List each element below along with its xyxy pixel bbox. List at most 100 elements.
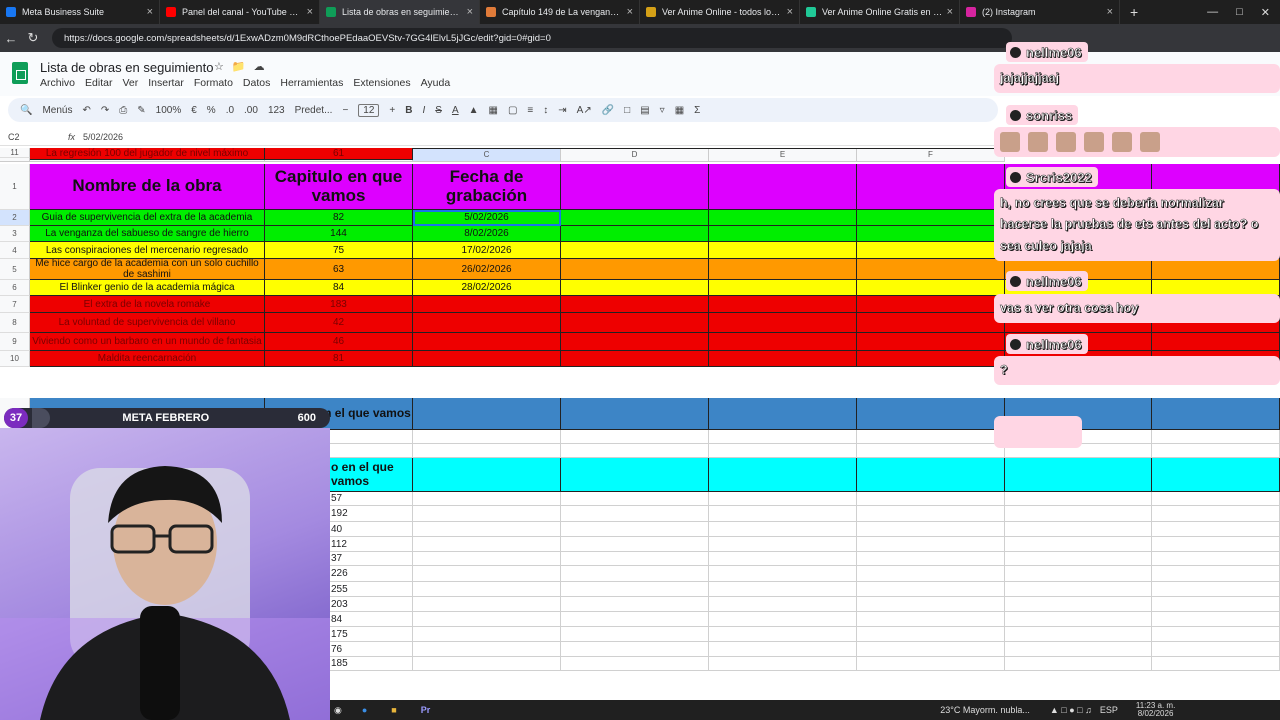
minimize-icon[interactable]: — [1207, 6, 1218, 18]
empty-cell[interactable] [857, 164, 1005, 210]
empty-cell[interactable] [1152, 566, 1280, 582]
empty-cell[interactable] [1152, 492, 1280, 506]
browser-tab[interactable]: Meta Business Suite × [0, 0, 160, 24]
empty-cell[interactable] [857, 351, 1005, 367]
empty-cell[interactable] [1005, 537, 1152, 552]
empty-cell[interactable] [1005, 642, 1152, 657]
empty-cell[interactable] [857, 242, 1005, 259]
font-select[interactable]: Predet... [295, 105, 333, 116]
empty-cell[interactable] [709, 430, 857, 444]
empty-cell[interactable] [1152, 627, 1280, 642]
decrease-decimal-button[interactable]: .0 [226, 105, 234, 116]
zoom-select[interactable]: 100% [156, 105, 182, 116]
empty-cell[interactable] [857, 430, 1005, 444]
italic-icon[interactable]: I [422, 105, 425, 116]
empty-cell[interactable] [709, 226, 857, 242]
merge-cells-icon[interactable]: ▢ [508, 105, 517, 116]
row-header[interactable]: 5 [0, 259, 30, 280]
empty-cell[interactable] [709, 627, 857, 642]
empty-cell[interactable] [413, 657, 561, 671]
empty-cell[interactable] [709, 351, 857, 367]
empty-cell[interactable] [413, 582, 561, 597]
date-cell[interactable]: 17/02/2026 [413, 242, 561, 259]
empty-cell[interactable] [561, 537, 709, 552]
empty-cell[interactable] [413, 597, 561, 612]
undo-icon[interactable]: ↶ [82, 105, 90, 116]
empty-cell[interactable] [709, 444, 857, 458]
redo-icon[interactable]: ↷ [101, 105, 109, 116]
empty-cell[interactable] [857, 313, 1005, 333]
date-cell[interactable]: 8/02/2026 [413, 226, 561, 242]
column-header-c[interactable]: C [413, 148, 561, 162]
empty-cell[interactable] [561, 242, 709, 259]
tab-close-icon[interactable]: × [787, 6, 793, 18]
empty-cell[interactable] [857, 398, 1005, 430]
empty-cell[interactable] [857, 657, 1005, 671]
tab-close-icon[interactable]: × [1107, 6, 1113, 18]
empty-cell[interactable] [561, 430, 709, 444]
obra-name-cell[interactable]: El Blinker genio de la academia mágica [30, 280, 265, 296]
empty-cell[interactable] [561, 333, 709, 351]
empty-cell[interactable] [561, 148, 709, 149]
empty-cell[interactable] [413, 537, 561, 552]
row-header[interactable]: 3 [0, 226, 30, 242]
empty-cell[interactable] [1152, 522, 1280, 537]
menu-herramientas[interactable]: Herramientas [280, 77, 343, 89]
empty-cell[interactable] [561, 597, 709, 612]
empty-cell[interactable] [709, 552, 857, 566]
chapter-cell[interactable]: 144 [265, 226, 413, 242]
empty-cell[interactable] [709, 148, 857, 149]
empty-cell[interactable] [1005, 657, 1152, 671]
empty-cell[interactable] [857, 566, 1005, 582]
empty-cell[interactable] [1152, 398, 1280, 430]
chapter-cell[interactable]: 63 [265, 259, 413, 280]
text-rotate-icon[interactable]: A↗ [577, 105, 592, 116]
empty-cell[interactable] [1005, 612, 1152, 627]
empty-cell[interactable] [857, 642, 1005, 657]
date-cell[interactable]: 26/02/2026 [413, 259, 561, 280]
empty-cell[interactable] [413, 506, 561, 522]
functions-icon[interactable]: Σ [694, 105, 700, 116]
cloud-status-icon[interactable]: ☁ [254, 60, 265, 73]
empty-cell[interactable] [857, 280, 1005, 296]
obra-name-cell[interactable]: La venganza del sabueso de sangre de hie… [30, 226, 265, 242]
row-header[interactable]: 11 [0, 148, 30, 158]
empty-cell[interactable] [413, 444, 561, 458]
empty-cell[interactable] [561, 280, 709, 296]
document-title[interactable]: Lista de obras en seguimiento [40, 60, 213, 75]
chapter-cell[interactable]: 61 [265, 148, 413, 160]
formula-input[interactable]: 5/02/2026 [83, 132, 123, 142]
empty-cell[interactable] [561, 657, 709, 671]
row-header[interactable]: 7 [0, 296, 30, 313]
empty-cell[interactable] [709, 313, 857, 333]
empty-cell[interactable] [1152, 506, 1280, 522]
column-header-f[interactable]: F [857, 148, 1005, 162]
empty-cell[interactable] [1005, 458, 1152, 492]
edge-browser-icon[interactable]: ● [362, 705, 367, 715]
chapter-cell[interactable]: 81 [265, 351, 413, 367]
empty-cell[interactable] [1152, 612, 1280, 627]
search-icon[interactable]: 🔍 [20, 105, 32, 116]
insert-comment-icon[interactable]: □ [624, 105, 630, 116]
empty-cell[interactable] [857, 226, 1005, 242]
date-cell[interactable] [413, 333, 561, 351]
empty-cell[interactable] [709, 522, 857, 537]
empty-cell[interactable] [709, 210, 857, 226]
empty-cell[interactable] [709, 566, 857, 582]
empty-cell[interactable] [1152, 582, 1280, 597]
empty-cell[interactable] [561, 210, 709, 226]
empty-cell[interactable] [1152, 642, 1280, 657]
empty-cell[interactable] [561, 612, 709, 627]
empty-cell[interactable] [709, 333, 857, 351]
empty-cell[interactable] [1152, 444, 1280, 458]
empty-cell[interactable] [709, 259, 857, 280]
date-cell[interactable] [413, 313, 561, 333]
star-icon[interactable]: ☆ [214, 60, 224, 73]
tab-close-icon[interactable]: × [627, 6, 633, 18]
insert-chart-icon[interactable]: ▤ [640, 105, 649, 116]
empty-cell[interactable] [1152, 657, 1280, 671]
empty-cell[interactable] [561, 627, 709, 642]
filter-icon[interactable]: ▿ [660, 105, 665, 116]
empty-cell[interactable] [561, 566, 709, 582]
empty-cell[interactable] [709, 506, 857, 522]
